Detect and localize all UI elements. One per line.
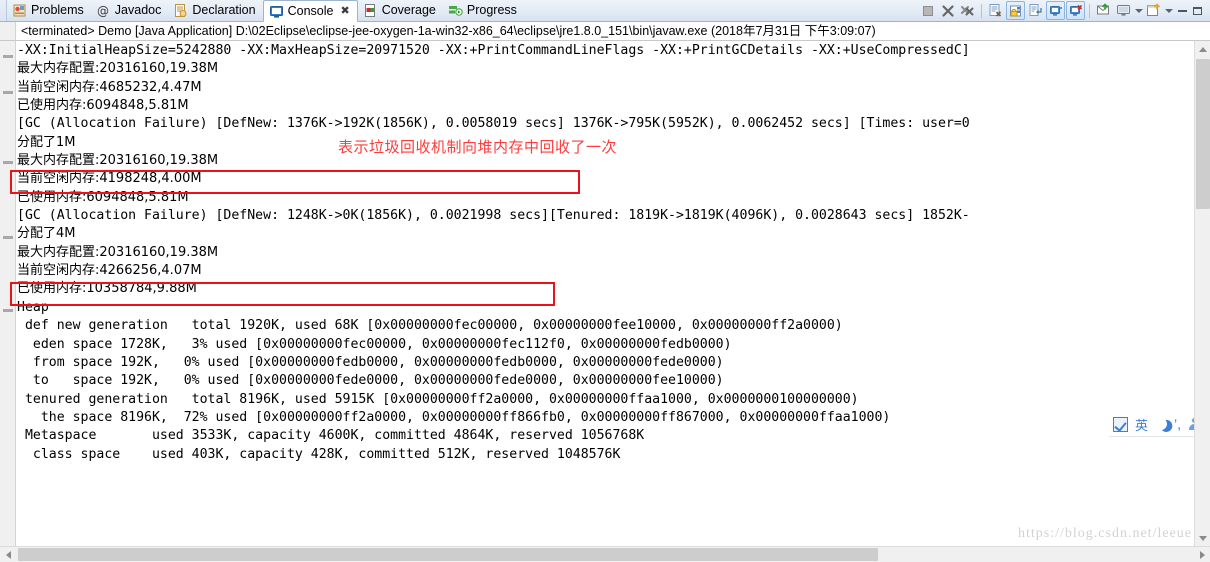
console-line: 当前空闲内存:4685232,4.47M <box>17 79 202 95</box>
console-line: 已使用内存:6094848,5.81M <box>17 98 189 114</box>
separator <box>1089 3 1090 18</box>
minimize-icon[interactable] <box>1178 9 1187 12</box>
gutter-mark <box>3 55 13 58</box>
gutter-mark <box>3 309 13 312</box>
console-line: 最大内存配置:20316160,19.38M <box>17 61 219 77</box>
tab-label: Declaration <box>192 3 256 17</box>
console-line: eden space 1728K, 3% used [0x00000000fec… <box>17 336 732 352</box>
console-line: 已使用内存:6094848,5.81M <box>17 189 189 205</box>
terminated-process-label: <terminated> Demo [Java Application] D:\… <box>21 24 876 38</box>
svg-text:@: @ <box>97 4 109 18</box>
annotation-text: 表示垃圾回收机制向堆内存中回收了一次 <box>338 138 618 156</box>
console-line: Heap <box>17 299 49 315</box>
tab-list: Problems @ Javadoc Declaration Console ✖… <box>7 0 524 22</box>
scroll-left-button[interactable] <box>0 547 16 562</box>
ime-mode-label[interactable]: 英 <box>1135 415 1148 434</box>
pin-console-button[interactable] <box>1046 1 1065 20</box>
console-line: Metaspace used 3533K, capacity 4600K, co… <box>17 428 645 444</box>
console-line: tenured generation total 8196K, used 591… <box>17 391 859 407</box>
separator <box>981 3 982 18</box>
console-line: 最大内存配置:20316160,19.38M <box>17 244 219 260</box>
horizontal-scrollbar[interactable] <box>0 546 1210 562</box>
chevron-down-icon[interactable] <box>1134 1 1143 20</box>
console-line: the space 8196K, 72% used [0x00000000ff2… <box>17 409 891 425</box>
vertical-scroll-thumb[interactable] <box>1196 59 1210 209</box>
ime-punctuation-icon[interactable]: ’, <box>1174 417 1181 431</box>
tab-javadoc[interactable]: @ Javadoc <box>91 0 169 21</box>
scroll-right-button[interactable] <box>1194 547 1210 562</box>
console-icon <box>269 4 284 19</box>
console-line: from space 192K, 0% used [0x00000000fedb… <box>17 354 724 370</box>
tab-declaration[interactable]: Declaration <box>168 0 262 21</box>
scroll-up-button[interactable] <box>1195 41 1210 57</box>
tab-console[interactable]: Console ✖ <box>262 0 358 22</box>
console-line: 已使用内存:10358784,9.88M <box>17 281 197 297</box>
tab-label: Progress <box>466 3 517 17</box>
view-menu-button[interactable] <box>1144 1 1163 20</box>
console-line: class space used 403K, capacity 428K, co… <box>17 446 621 462</box>
progress-icon <box>448 3 463 18</box>
close-icon[interactable]: ✖ <box>340 5 349 17</box>
tab-problems[interactable]: Problems <box>7 0 91 21</box>
console-output-area[interactable]: -XX:InitialHeapSize=5242880 -XX:MaxHeapS… <box>0 41 1210 562</box>
javadoc-icon: @ <box>96 3 111 18</box>
console-process-header: <terminated> Demo [Java Application] D:\… <box>0 22 1210 41</box>
console-toolbar <box>918 0 1210 21</box>
declaration-icon <box>173 3 188 18</box>
word-wrap-button[interactable] <box>1026 1 1045 20</box>
console-line: 当前空闲内存:4266256,4.07M <box>17 263 202 279</box>
vertical-scrollbar[interactable] <box>1194 41 1210 546</box>
problems-icon <box>12 3 27 18</box>
console-line: def new generation total 1920K, used 68K… <box>17 318 843 334</box>
remove-launch-button[interactable] <box>938 1 957 20</box>
open-console-button[interactable] <box>1094 1 1113 20</box>
display-selected-console-button[interactable] <box>1066 1 1085 20</box>
tab-label: Javadoc <box>114 3 162 17</box>
maximize-icon[interactable] <box>1193 6 1202 15</box>
console-gutter <box>0 41 16 546</box>
gutter-mark <box>3 91 13 94</box>
console-line: 当前空闲内存:4198248,4.00M <box>17 171 202 187</box>
header-gutter <box>0 22 16 40</box>
tab-label: Console <box>287 3 334 18</box>
ime-moon-icon[interactable] <box>1153 416 1169 432</box>
console-line: [GC (Allocation Failure) [DefNew: 1248K-… <box>17 208 970 224</box>
console-line: -XX:InitialHeapSize=5242880 -XX:MaxHeapS… <box>17 43 970 58</box>
tab-label: Problems <box>31 3 84 17</box>
ime-floating-bar[interactable]: 英 ’, <box>1108 412 1205 437</box>
console-line: 分配了4M <box>17 226 76 242</box>
ime-checkbox-icon[interactable] <box>1112 416 1128 432</box>
tab-coverage[interactable]: Coverage <box>358 0 443 21</box>
horizontal-scroll-thumb[interactable] <box>18 548 878 561</box>
terminate-button[interactable] <box>918 1 937 20</box>
gutter-mark <box>3 236 13 239</box>
console-line: to space 192K, 0% used [0x00000000fede00… <box>17 373 724 389</box>
new-console-view-button[interactable] <box>1114 1 1133 20</box>
scroll-lock-button[interactable] <box>1006 1 1025 20</box>
console-line: [GC (Allocation Failure) [DefNew: 1376K-… <box>17 116 970 132</box>
remove-all-terminated-button[interactable] <box>958 1 977 20</box>
chevron-down-icon[interactable] <box>1164 1 1173 20</box>
watermark: https://blog.csdn.net/leeue <box>1018 526 1192 541</box>
tab-bar-left-strip <box>0 0 7 21</box>
coverage-icon <box>363 3 378 18</box>
gutter-mark <box>3 161 13 164</box>
tab-label: Coverage <box>381 3 436 17</box>
eclipse-console-view: Problems @ Javadoc Declaration Console ✖… <box>0 0 1210 562</box>
view-tab-bar: Problems @ Javadoc Declaration Console ✖… <box>0 0 1210 22</box>
tab-progress[interactable]: Progress <box>443 0 524 21</box>
clear-console-button[interactable] <box>986 1 1005 20</box>
scroll-down-button[interactable] <box>1195 530 1210 546</box>
tab-bar-spacer <box>524 0 918 21</box>
console-text[interactable]: -XX:InitialHeapSize=5242880 -XX:MaxHeapS… <box>17 41 1194 546</box>
window-controls <box>1174 6 1208 15</box>
